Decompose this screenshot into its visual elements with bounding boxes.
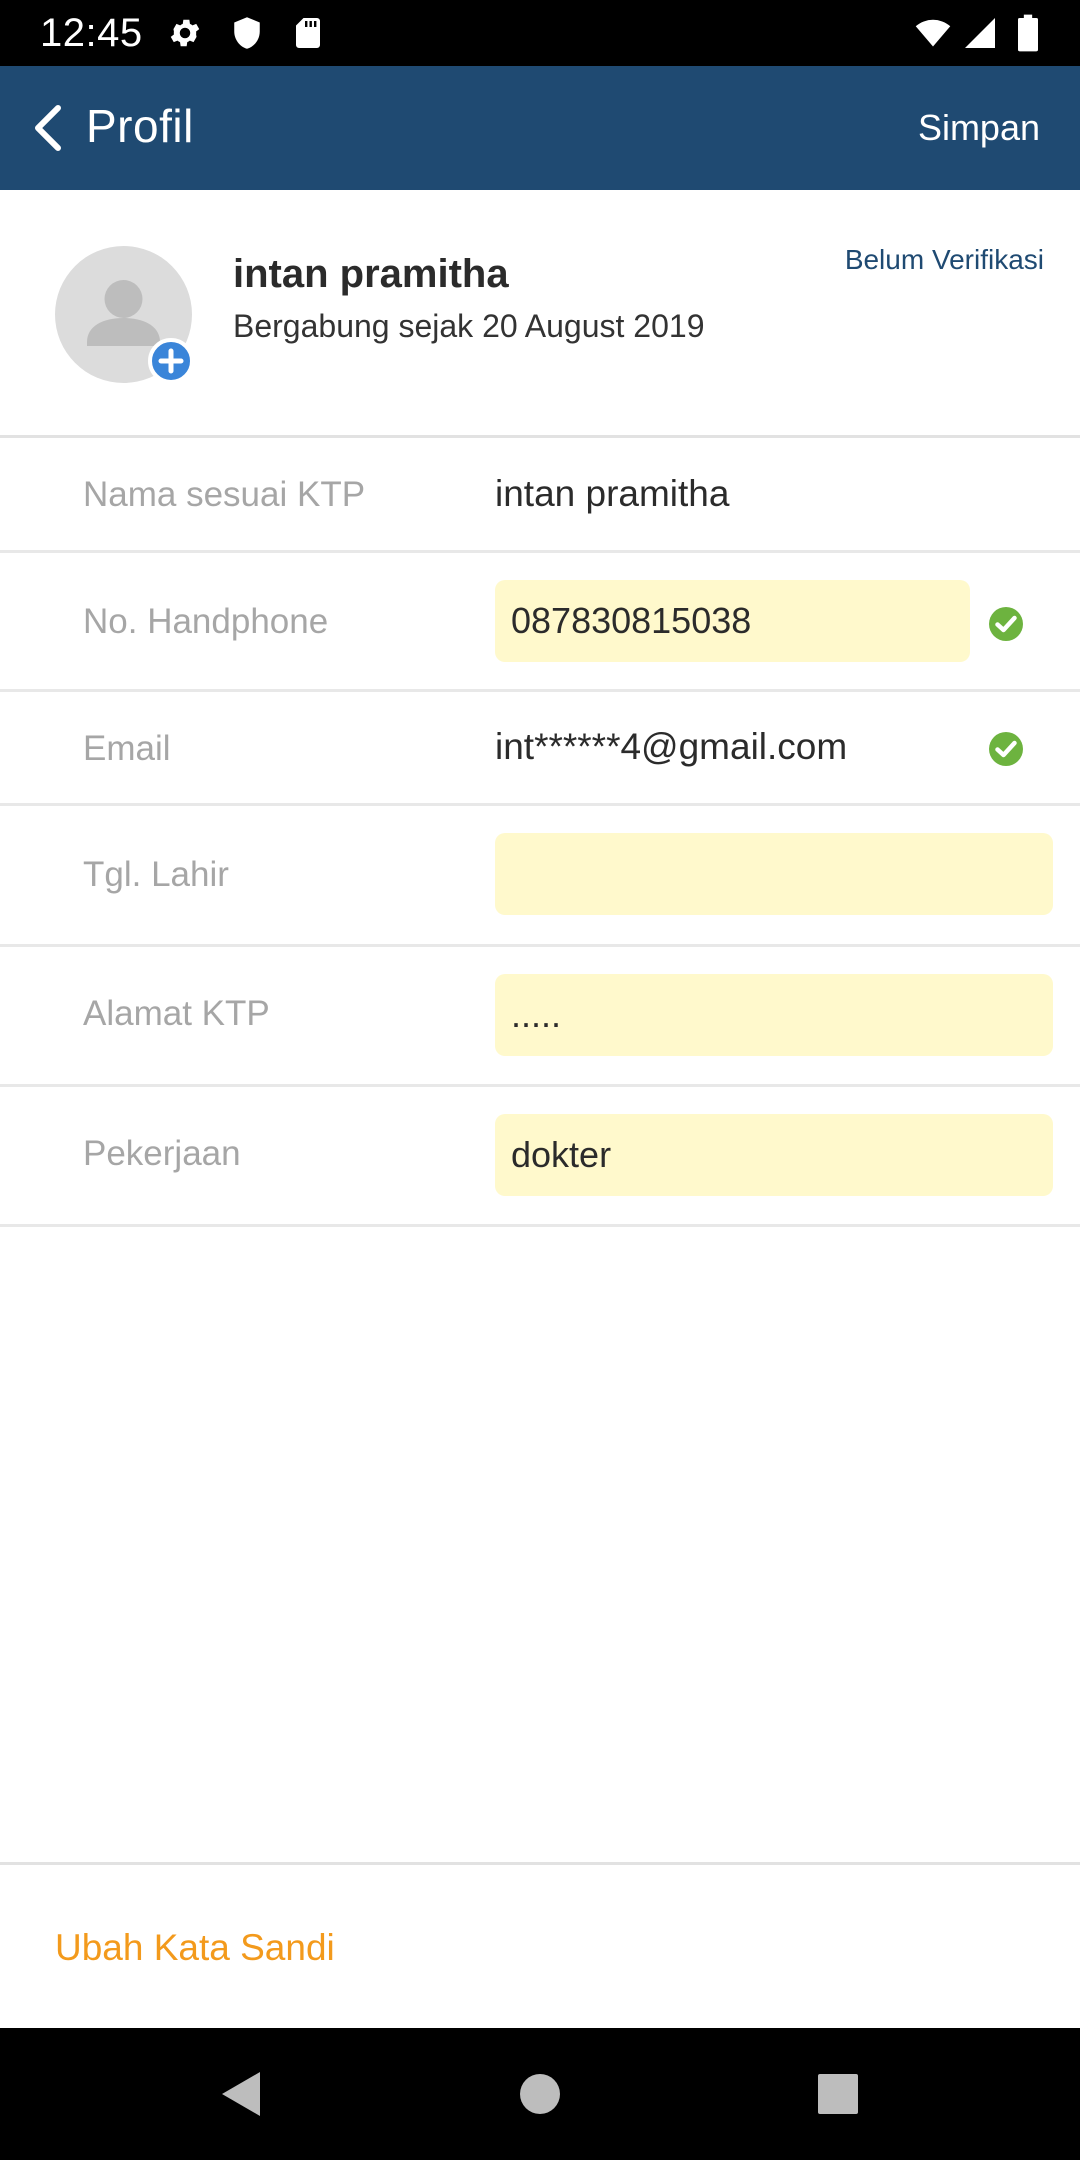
back-arrow-icon[interactable] bbox=[20, 96, 84, 160]
phone-label: No. Handphone bbox=[83, 602, 329, 641]
check-circle-icon bbox=[989, 732, 1023, 766]
form-row-birthdate: Tgl. Lahir bbox=[0, 809, 1080, 947]
page-title: Profil bbox=[86, 100, 194, 152]
recents-square-icon[interactable] bbox=[806, 2062, 870, 2126]
form-row-address: Alamat KTP bbox=[0, 950, 1080, 1087]
system-nav-bar bbox=[0, 2028, 1080, 2160]
app-bar: Profil Simpan bbox=[0, 66, 1080, 190]
form-row-phone: No. Handphone bbox=[0, 556, 1080, 692]
gear-icon bbox=[170, 19, 200, 47]
back-triangle-icon[interactable] bbox=[208, 2062, 272, 2126]
profile-header: intan pramitha Bergabung sejak 20 August… bbox=[0, 190, 1080, 438]
name-value: intan pramitha bbox=[495, 473, 730, 514]
divider bbox=[0, 1862, 1080, 1865]
user-name: intan pramitha bbox=[233, 252, 509, 296]
status-time: 12:45 bbox=[40, 11, 143, 55]
form-row-email: Email int******4@gmail.com bbox=[0, 695, 1080, 806]
check-circle-icon bbox=[989, 607, 1023, 641]
email-value: int******4@gmail.com bbox=[495, 726, 848, 767]
form-row-name: Nama sesuai KTP intan pramitha bbox=[0, 441, 1080, 553]
occupation-label: Pekerjaan bbox=[83, 1134, 241, 1173]
address-field[interactable] bbox=[495, 974, 1053, 1056]
occupation-field[interactable] bbox=[495, 1114, 1053, 1196]
sd-card-icon bbox=[296, 18, 320, 48]
change-password-link[interactable]: Ubah Kata Sandi bbox=[55, 1924, 335, 1972]
join-date: Bergabung sejak 20 August 2019 bbox=[233, 308, 705, 344]
address-label: Alamat KTP bbox=[83, 994, 270, 1033]
save-button[interactable]: Simpan bbox=[918, 104, 1040, 152]
verification-status[interactable]: Belum Verifikasi bbox=[845, 242, 1044, 278]
status-bar: 12:45 bbox=[0, 0, 1080, 66]
battery-icon bbox=[1018, 14, 1038, 52]
phone-field[interactable] bbox=[495, 580, 970, 662]
birthdate-label: Tgl. Lahir bbox=[83, 855, 229, 894]
wifi-icon bbox=[915, 19, 951, 47]
shield-icon bbox=[234, 17, 260, 49]
plus-icon bbox=[158, 348, 184, 374]
form-row-occupation: Pekerjaan bbox=[0, 1090, 1080, 1227]
add-photo-button[interactable] bbox=[148, 338, 194, 384]
signal-icon bbox=[965, 18, 995, 48]
email-label: Email bbox=[83, 729, 171, 768]
home-circle-icon[interactable] bbox=[508, 2062, 572, 2126]
birthdate-field[interactable] bbox=[495, 833, 1053, 915]
name-label: Nama sesuai KTP bbox=[83, 475, 366, 514]
